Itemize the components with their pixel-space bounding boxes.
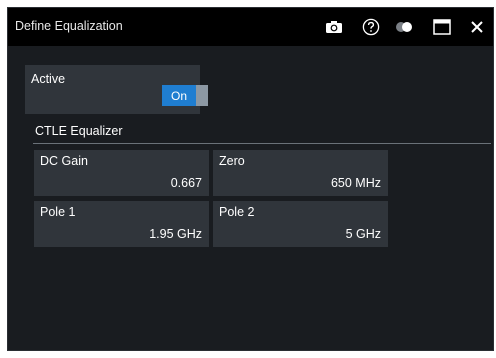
pole-2-value: 5 GHz	[345, 227, 381, 241]
switch-state-label: On	[162, 85, 196, 106]
help-icon[interactable]	[361, 17, 381, 37]
title-bar[interactable]: Define Equalization	[8, 8, 493, 46]
zero-value: 650 MHz	[330, 176, 381, 190]
maximize-icon[interactable]	[432, 17, 452, 37]
group-divider	[33, 143, 491, 144]
pole-1-label: Pole 1	[40, 205, 76, 219]
define-equalization-dialog: Define Equalization Active On CTLE Equal…	[7, 7, 494, 351]
zero-field[interactable]: Zero 650 MHz	[213, 150, 388, 196]
dc-gain-value: 0.667	[170, 176, 202, 190]
active-toggle-switch[interactable]: On	[162, 85, 213, 106]
close-icon[interactable]	[467, 17, 487, 37]
pole-2-field[interactable]: Pole 2 5 GHz	[213, 201, 388, 247]
camera-icon[interactable]	[324, 17, 344, 37]
zero-label: Zero	[219, 154, 245, 168]
dc-gain-label: DC Gain	[40, 154, 88, 168]
active-label: Active	[31, 72, 66, 86]
active-panel: Active On	[25, 65, 208, 114]
ctle-equalizer-heading: CTLE Equalizer	[35, 124, 123, 138]
window-title: Define Equalization	[15, 19, 123, 33]
toggle-icon[interactable]	[395, 17, 415, 37]
dc-gain-field[interactable]: DC Gain 0.667	[34, 150, 209, 196]
pole-1-field[interactable]: Pole 1 1.95 GHz	[34, 201, 209, 247]
switch-knob	[196, 85, 208, 106]
pole-1-value: 1.95 GHz	[149, 227, 202, 241]
pole-2-label: Pole 2	[219, 205, 255, 219]
